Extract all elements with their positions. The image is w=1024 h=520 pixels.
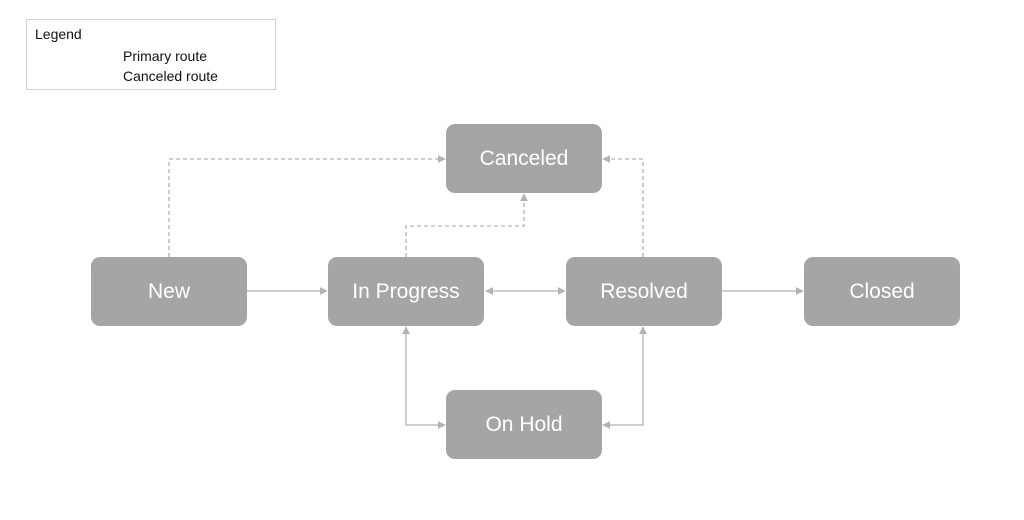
legend-title: Legend — [35, 26, 82, 42]
edge-resolved-onhold — [602, 326, 647, 429]
edge-inprogress-canceled — [405, 193, 528, 257]
edge-new-canceled — [168, 155, 446, 257]
node-closed[interactable]: Closed — [804, 257, 960, 326]
edge-resolved-canceled — [602, 155, 644, 257]
node-canceled[interactable]: Canceled — [446, 124, 602, 193]
node-new[interactable]: New — [91, 257, 247, 326]
legend-canceled-label: Canceled route — [123, 68, 218, 84]
node-in-progress[interactable]: In Progress — [328, 257, 484, 326]
legend-primary-label: Primary route — [123, 48, 208, 64]
legend: Legend Primary route Canceled route — [26, 19, 276, 90]
edge-inprogress-onhold — [402, 326, 446, 429]
node-resolved[interactable]: Resolved — [566, 257, 722, 326]
node-on-hold[interactable]: On Hold — [446, 390, 602, 459]
